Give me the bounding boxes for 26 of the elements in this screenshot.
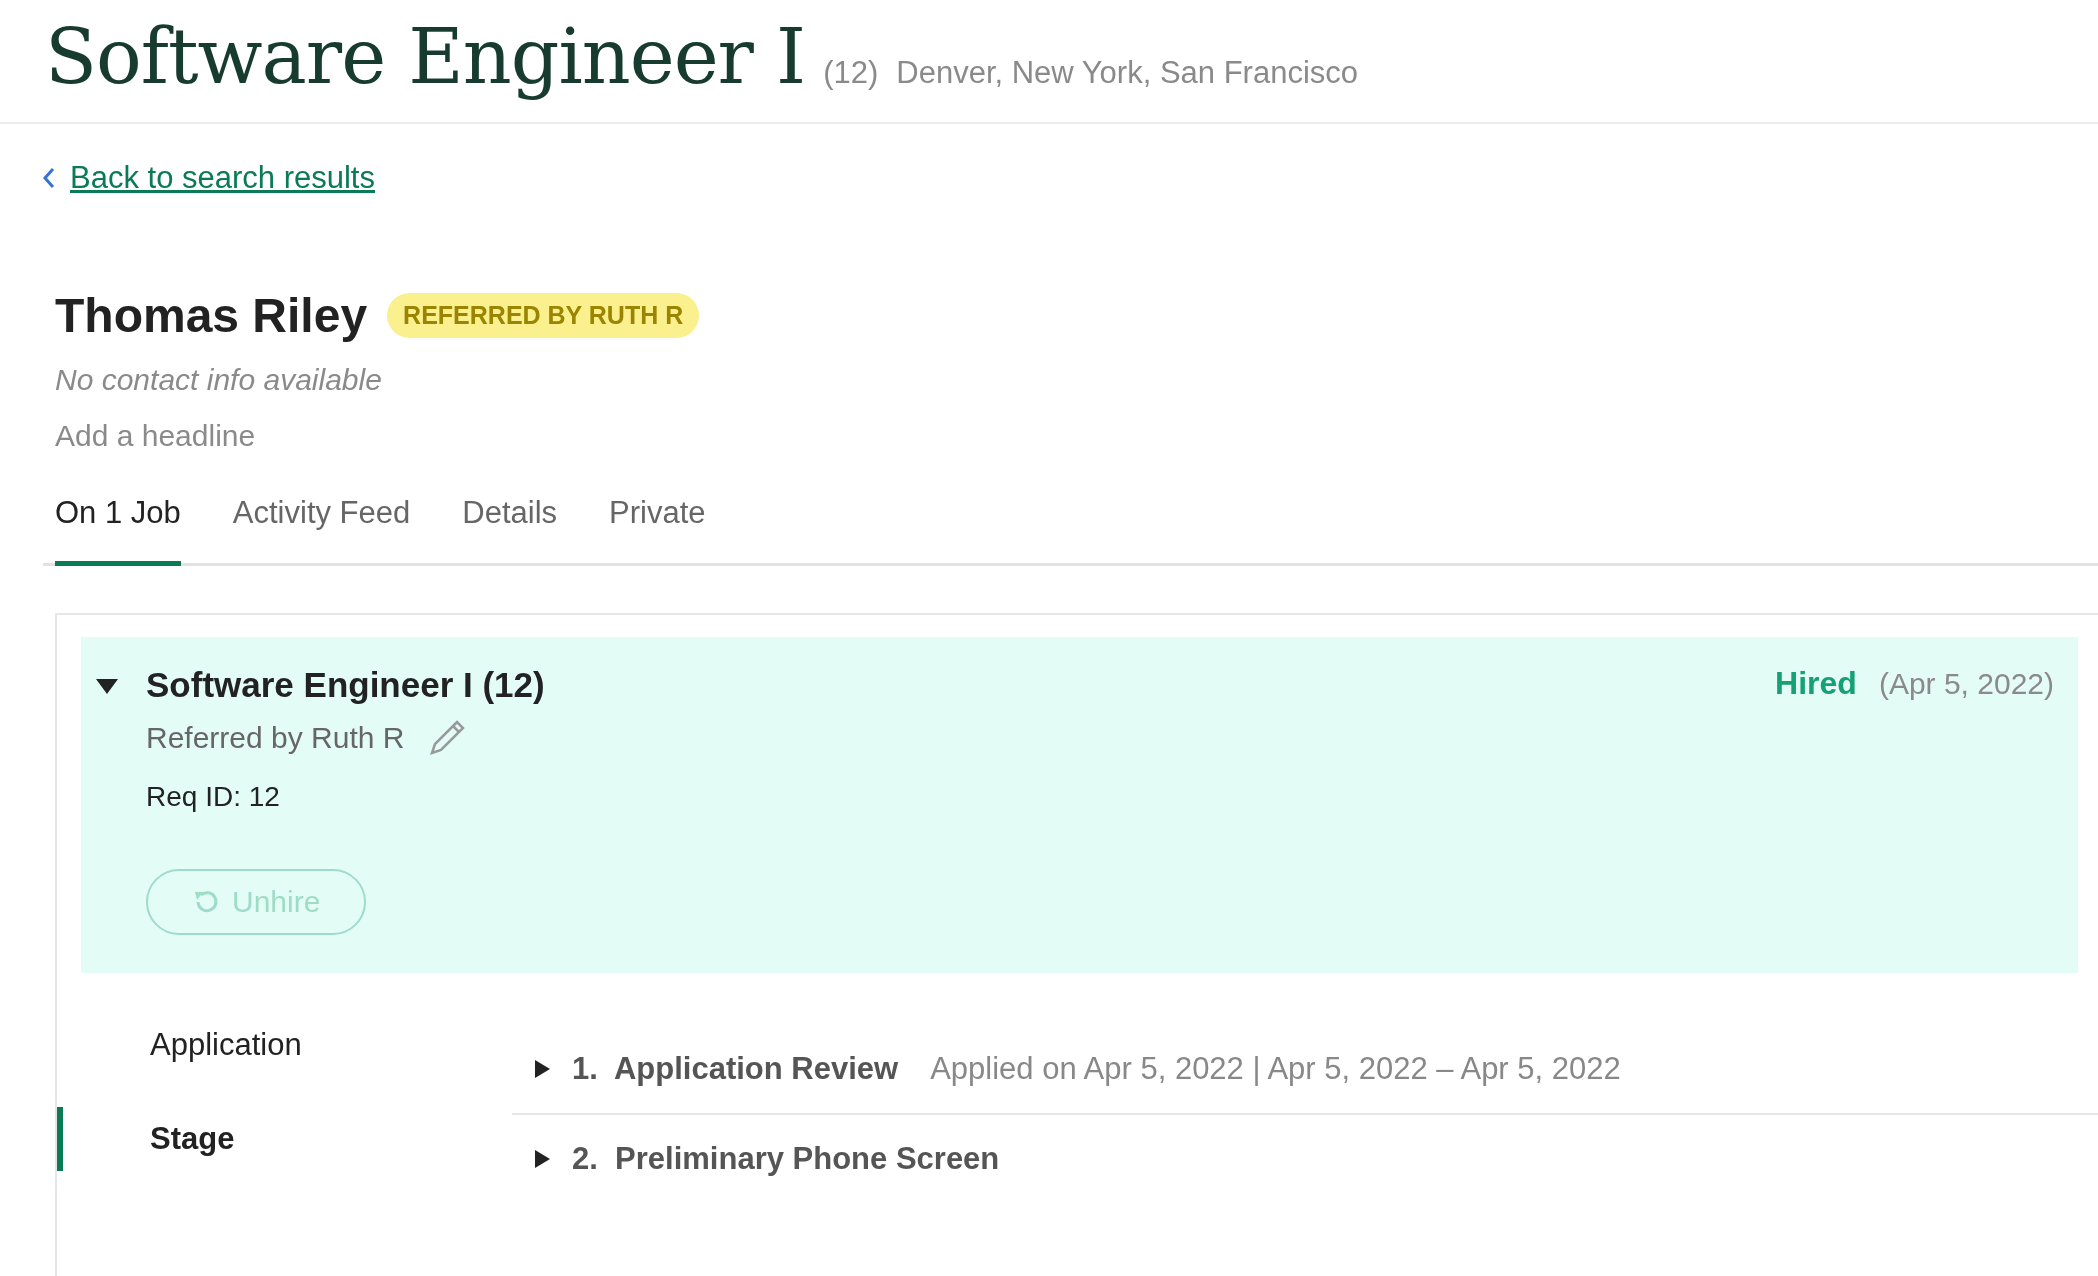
job-name: Software Engineer I (12) bbox=[146, 665, 546, 705]
triangle-icon[interactable] bbox=[534, 1059, 550, 1079]
undo-icon bbox=[192, 889, 220, 915]
side-nav-item[interactable]: Stage bbox=[57, 1107, 512, 1171]
hired-date: (Apr 5, 2022) bbox=[1878, 667, 2054, 701]
tab[interactable]: Activity Feed bbox=[232, 495, 411, 566]
stage-dates: Applied on Apr 5, 2022 | Apr 5, 2022 – Apr 5, 2022 bbox=[930, 1051, 1621, 1087]
tab[interactable]: On 1 Job bbox=[55, 495, 181, 566]
back-link[interactable]: Back to search results bbox=[70, 160, 375, 196]
referral-badge: REFERRED BY RUTH R bbox=[387, 293, 700, 338]
triangle-icon[interactable] bbox=[534, 1149, 550, 1169]
req-id: Req ID: 12 bbox=[146, 781, 281, 813]
candidate-name: Thomas Riley bbox=[55, 288, 368, 343]
job-locations: Denver, New York, San Francisco bbox=[896, 55, 1359, 91]
hired-status: Hired bbox=[1775, 665, 1857, 702]
stage-name[interactable]: 1. Application Review bbox=[572, 1051, 899, 1087]
job-title: Software Engineer I bbox=[45, 12, 806, 101]
stage-name[interactable]: 2. Preliminary Phone Screen bbox=[572, 1141, 1000, 1177]
tab[interactable]: Private bbox=[609, 495, 706, 566]
referral-text: Referred by Ruth R bbox=[146, 721, 405, 755]
chevron-left-icon[interactable] bbox=[42, 167, 56, 189]
side-nav-item[interactable]: Application bbox=[57, 1023, 512, 1067]
job-count: (12) bbox=[823, 55, 879, 91]
tab[interactable]: Details bbox=[462, 495, 558, 566]
triangle-icon[interactable] bbox=[96, 677, 118, 695]
contact-info: No contact info available bbox=[55, 363, 383, 397]
